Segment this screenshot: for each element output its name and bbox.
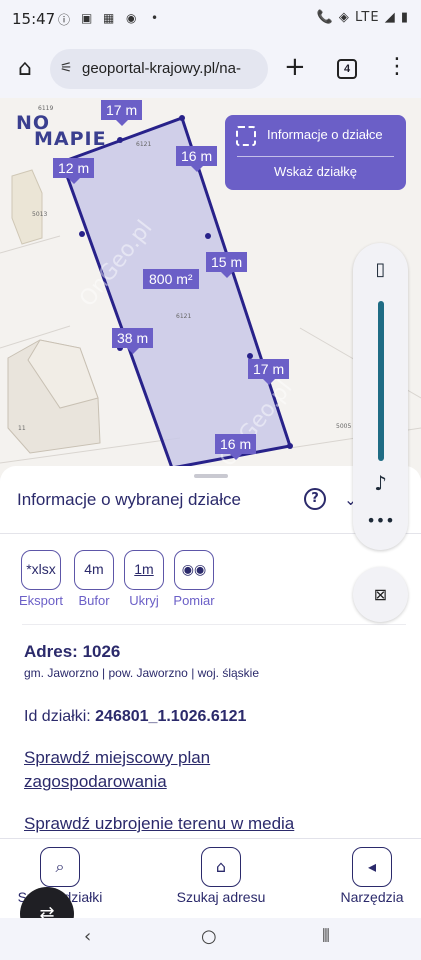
music-note-icon[interactable]: ♪ — [353, 471, 408, 495]
dimension-label: 15 m — [206, 252, 248, 278]
drag-handle[interactable] — [194, 474, 228, 478]
building-shape — [11, 169, 43, 245]
parcel-address: Adres: 1026 — [24, 642, 121, 661]
select-area-icon — [236, 126, 256, 146]
captions-off-icon[interactable]: ⊠ — [353, 567, 408, 622]
info-panel-title[interactable]: Informacje o działce — [267, 127, 383, 142]
volume-slider[interactable] — [378, 301, 384, 461]
home-icon[interactable]: ⌂ — [12, 56, 38, 82]
measure-tool[interactable]: ◉◉ Pomiar — [167, 550, 221, 608]
info-icon: ⓘ — [58, 13, 71, 27]
site-settings-icon[interactable]: ⚟ — [60, 60, 73, 76]
utilities-link[interactable]: Sprawdź uzbrojenie terenu w media — [24, 812, 294, 836]
select-parcel-button[interactable]: Wskaż działkę — [225, 164, 406, 179]
export-icon[interactable]: *xlsx — [21, 550, 61, 590]
tab-switcher-button[interactable]: 4 — [337, 59, 357, 79]
hide-tool[interactable]: 1m Ukryj — [117, 550, 171, 608]
administrative-units: gm. Jaworzno | pow. Jaworzno | woj. śląs… — [24, 666, 259, 680]
map-search-icon[interactable]: ⌕ — [40, 847, 80, 887]
buffer-icon[interactable]: 4m — [74, 550, 114, 590]
nav-search-address[interactable]: ⌂ Szukaj adresu — [168, 847, 274, 905]
volume-panel[interactable]: ▯ ♪ ••• — [353, 243, 408, 550]
system-navigation: ‹ ○ ⦀ — [0, 918, 421, 960]
dimension-label: 16 m — [215, 434, 257, 460]
address-bar[interactable]: ⚟ geoportal-krajowy.pl/na- — [50, 49, 268, 89]
tool-label: Bufor — [78, 593, 110, 608]
map-label: 6121 — [176, 313, 191, 320]
tool-label: Eksport — [18, 593, 64, 608]
area-label: 800 m² — [143, 269, 199, 289]
map-label: 11 — [18, 425, 26, 432]
map-label: 5005 — [336, 423, 351, 430]
tool-label: Pomiar — [173, 593, 215, 608]
system-status-icons: 📞 ◈ LTE ◢ ▮ — [316, 10, 409, 25]
home-search-icon[interactable]: ⌂ — [201, 847, 241, 887]
dimension-label: 17 m — [248, 359, 290, 385]
more-options-icon[interactable]: ••• — [353, 511, 408, 530]
help-icon[interactable]: ? — [304, 488, 326, 510]
url-text: geoportal-krajowy.pl/na- — [82, 60, 241, 77]
home-circle-icon[interactable]: ○ — [201, 926, 217, 947]
dimension-label: 38 m — [112, 328, 154, 354]
more-menu-icon[interactable]: ⋮ — [386, 54, 408, 80]
parcel-id: Id działki: 246801_1.1026.6121 — [24, 708, 247, 725]
parcel-info-panel: Informacje o działce Wskaż działkę — [225, 115, 406, 190]
recents-icon[interactable]: ⦀ — [322, 926, 330, 947]
dimension-label: 16 m — [176, 146, 218, 172]
map-label: 6119 — [38, 105, 53, 112]
map-label: 5013 — [32, 211, 47, 218]
sheet-title: Informacje o wybranej działce — [17, 490, 241, 509]
back-icon[interactable]: ‹ — [84, 926, 91, 947]
status-bar: 15:47 ⓘ ▣ ▦ ◉ • 📞 ◈ LTE ◢ ▮ — [0, 0, 421, 40]
zoning-plan-link[interactable]: Sprawdź miejscowy plan zagospodarowania — [24, 746, 210, 794]
new-tab-icon[interactable]: + — [284, 52, 306, 82]
vibrate-icon[interactable]: ▯ — [353, 259, 408, 280]
export-tool[interactable]: *xlsx Eksport — [14, 550, 68, 608]
status-time: 15:47 — [12, 10, 56, 28]
grid-icon: ▦ — [103, 11, 115, 25]
chevron-left-icon[interactable]: ◂ — [352, 847, 392, 887]
map-label: 6121 — [136, 141, 151, 148]
tool-label: Ukryj — [129, 593, 159, 608]
nav-tools[interactable]: ◂ Narzędzia — [332, 847, 412, 905]
app-notification-icon: ▣ — [81, 11, 93, 25]
dimension-label: 17 m — [101, 100, 143, 126]
buffer-tool[interactable]: 4m Bufor — [67, 550, 121, 608]
hide-icon[interactable]: 1m — [124, 550, 164, 590]
dot-icon: • — [151, 11, 159, 25]
dimension-label: 12 m — [53, 158, 95, 184]
chrome-icon: ◉ — [126, 11, 137, 25]
browser-toolbar: ⌂ ⚟ geoportal-krajowy.pl/na- + 4 ⋮ — [0, 40, 421, 98]
measure-icon[interactable]: ◉◉ — [174, 550, 214, 590]
